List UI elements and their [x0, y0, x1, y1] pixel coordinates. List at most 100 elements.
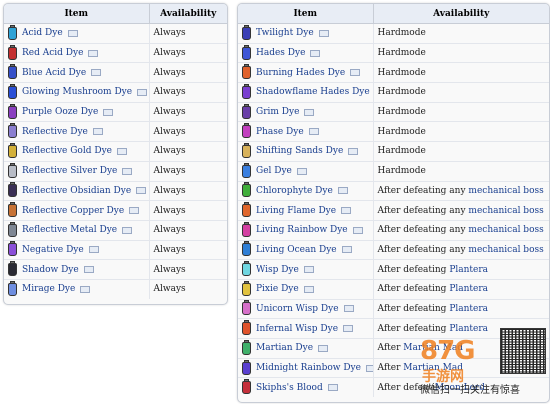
item-name-link[interactable]: Unicorn Wisp Dye [256, 304, 339, 314]
image-icon[interactable] [67, 29, 78, 37]
availability-text: Always [153, 205, 186, 216]
item-name-link[interactable]: Chlorophyte Dye [256, 186, 333, 196]
dye-jar-icon [242, 162, 251, 178]
item-name-link[interactable]: Reflective Copper Dye [22, 206, 124, 216]
availability-link[interactable]: Plantera [449, 265, 488, 275]
column-header-availability: Availability [373, 4, 549, 24]
item-name-link[interactable]: Twilight Dye [256, 28, 314, 38]
image-icon[interactable] [92, 128, 103, 136]
image-icon[interactable] [103, 108, 114, 116]
dye-jar-icon [8, 123, 17, 139]
image-icon[interactable] [303, 266, 314, 274]
image-icon[interactable] [88, 246, 99, 254]
image-icon[interactable] [91, 69, 102, 77]
item-name-link[interactable]: Shadowflame Hades Dye [256, 87, 370, 97]
availability-text: Hardmode [377, 126, 426, 137]
item-name-link[interactable]: Reflective Metal Dye [22, 225, 117, 235]
availability-link[interactable]: Plantera [449, 284, 488, 294]
image-icon[interactable] [341, 207, 352, 215]
image-icon[interactable] [80, 285, 91, 293]
left-dye-table-panel: Item Availability Acid Dye Always Red Acid… [3, 3, 228, 305]
item-name-link[interactable]: Reflective Dye [22, 127, 88, 137]
item-cell-content: Acid Dye [8, 24, 148, 42]
item-name-link[interactable]: Mirage Dye [22, 284, 75, 294]
item-name-link[interactable]: Wisp Dye [256, 265, 299, 275]
item-name-link[interactable]: Reflective Silver Dye [22, 166, 117, 176]
image-icon[interactable] [318, 29, 329, 37]
image-icon[interactable] [343, 325, 354, 333]
image-icon[interactable] [308, 128, 319, 136]
item-cell-content: Skiphs's Blood [242, 378, 372, 397]
item-name-link[interactable]: Skiphs's Blood [256, 383, 323, 393]
image-icon[interactable] [122, 167, 133, 175]
item-cell: Gel Dye [238, 161, 374, 182]
image-icon[interactable] [129, 207, 140, 215]
item-name-link[interactable]: Reflective Obsidian Dye [22, 186, 131, 196]
image-icon[interactable] [337, 187, 348, 195]
item-cell-content: Reflective Copper Dye [8, 201, 148, 219]
item-cell: Reflective Silver Dye [4, 161, 150, 182]
item-name-link[interactable]: Living Ocean Dye [256, 245, 337, 255]
availability-text: Always [153, 166, 186, 177]
availability-cell: Always [149, 82, 227, 103]
availability-cell: After defeating Plantera [373, 299, 549, 320]
image-icon[interactable] [83, 266, 94, 274]
item-name-link[interactable]: Grim Dye [256, 107, 299, 117]
availability-link[interactable]: mechanical boss [468, 245, 543, 255]
item-name-link[interactable]: Purple Ooze Dye [22, 107, 98, 117]
image-icon[interactable] [343, 305, 354, 313]
item-name-link[interactable]: Burning Hades Dye [256, 68, 345, 78]
image-icon[interactable] [365, 364, 372, 372]
item-name-link[interactable]: Living Flame Dye [256, 206, 336, 216]
item-name-link[interactable]: Infernal Wisp Dye [256, 324, 338, 334]
image-icon[interactable] [122, 226, 133, 234]
image-icon[interactable] [341, 246, 352, 254]
item-name-link[interactable]: Hades Dye [256, 48, 305, 58]
item-name-link[interactable]: Pixie Dye [256, 284, 299, 294]
availability-link[interactable]: mechanical boss [468, 206, 543, 216]
dye-jar-icon [8, 83, 17, 99]
image-icon[interactable] [318, 344, 329, 352]
item-name-link[interactable]: Shifting Sands Dye [256, 146, 343, 156]
image-icon[interactable] [137, 88, 148, 96]
dye-jar-icon [8, 162, 17, 178]
item-name-link[interactable]: Midnight Rainbow Dye [256, 363, 361, 373]
item-name-link[interactable]: Reflective Gold Dye [22, 146, 112, 156]
image-icon[interactable] [136, 187, 147, 195]
availability-link[interactable]: mechanical boss [468, 186, 543, 196]
image-icon[interactable] [350, 69, 361, 77]
item-name-link[interactable]: Phase Dye [256, 127, 304, 137]
image-icon[interactable] [304, 108, 315, 116]
image-icon[interactable] [327, 384, 338, 392]
item-name-link[interactable]: Shadow Dye [22, 265, 79, 275]
item-name-link[interactable]: Gel Dye [256, 166, 292, 176]
item-name-link[interactable]: Blue Acid Dye [22, 68, 86, 78]
image-icon[interactable] [303, 285, 314, 293]
dye-jar-icon [242, 182, 251, 198]
availability-link[interactable]: Plantera [449, 304, 488, 314]
availability-link[interactable]: mechanical boss [468, 225, 543, 235]
item-cell: Phase Dye [238, 121, 374, 143]
item-cell-content: Phase Dye [242, 122, 372, 140]
image-icon[interactable] [352, 226, 363, 234]
item-cell: Wisp Dye [238, 259, 374, 280]
item-name-link[interactable]: Acid Dye [22, 28, 63, 38]
item-name-link[interactable]: Red Acid Dye [22, 48, 83, 58]
image-icon[interactable] [116, 147, 127, 155]
dye-jar-icon [8, 280, 17, 296]
availability-cell: Hardmode [373, 23, 549, 44]
item-name-link[interactable]: Negative Dye [22, 245, 84, 255]
item-name-link[interactable]: Living Rainbow Dye [256, 225, 348, 235]
item-name-link[interactable]: Glowing Mushroom Dye [22, 87, 132, 97]
dye-jar-icon [8, 261, 17, 277]
image-icon[interactable] [310, 49, 321, 57]
image-icon[interactable] [296, 167, 307, 175]
image-icon[interactable] [348, 147, 359, 155]
image-icon[interactable] [88, 49, 99, 57]
item-cell-content: Unicorn Wisp Dye [242, 300, 372, 318]
availability-cell: Always [149, 23, 227, 44]
availability-text: Always [153, 87, 186, 98]
item-cell: Reflective Copper Dye [4, 200, 150, 221]
item-name-link[interactable]: Martian Dye [256, 343, 313, 353]
table-row: Reflective Gold Dye Always [4, 141, 227, 162]
